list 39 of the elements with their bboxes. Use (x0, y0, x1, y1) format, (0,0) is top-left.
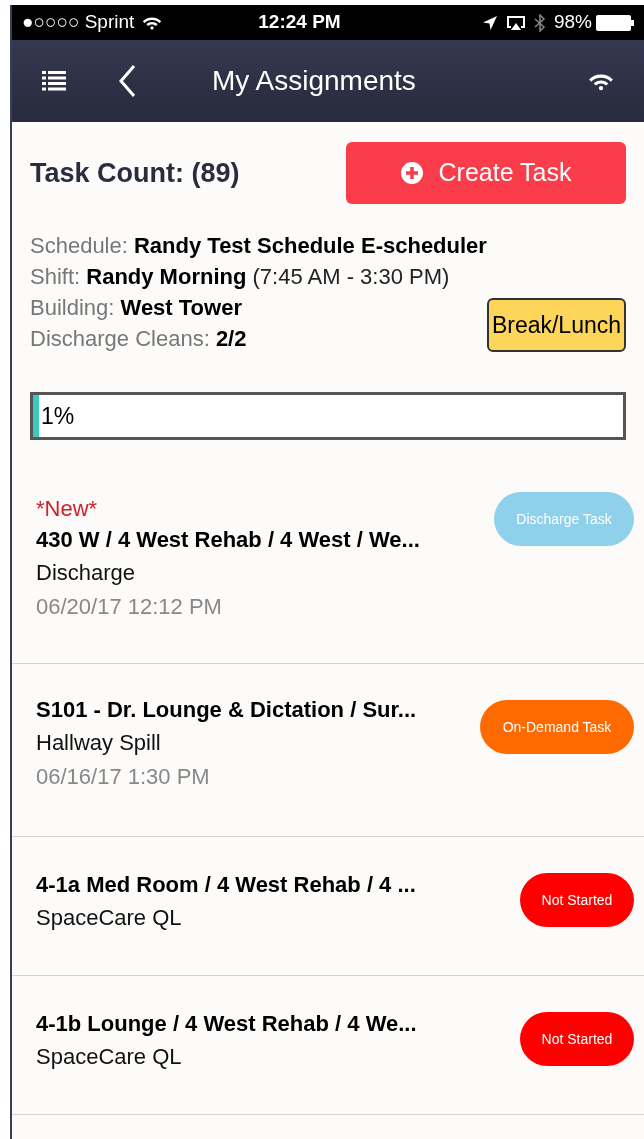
break-lunch-button[interactable]: Break/Lunch (486, 298, 626, 352)
status-badge: Not Started (520, 873, 634, 927)
task-type: Discharge (36, 559, 136, 587)
airplay-icon (505, 14, 526, 31)
screen-title: My Assignments (212, 64, 416, 98)
task-type: SpaceCare QL (36, 904, 182, 932)
wifi-icon (142, 15, 163, 30)
task-row[interactable]: *New* 430 W / 4 West Rehab / 4 West / We... Discharge 06/20/17 12:12 PM Discharge Task (12, 476, 644, 664)
task-title: 4-1a Med Room / 4 West Rehab / 4 ... (36, 871, 416, 899)
location-arrow-icon (481, 14, 498, 31)
battery-icon (596, 14, 634, 31)
task-title: 4-1b Lounge / 4 West Rehab / 4 We... (36, 1010, 417, 1038)
status-badge: Discharge Task (494, 492, 634, 546)
task-row[interactable]: 4-1a Med Room / 4 West Rehab / 4 ... SpaceCare QL Not Started (12, 837, 644, 976)
list-icon[interactable] (42, 71, 66, 91)
status-badge: Not Started (520, 1012, 634, 1066)
battery-percent: 98% (553, 10, 592, 35)
task-title: 430 W / 4 West Rehab / 4 West / We... (36, 526, 420, 554)
task-row[interactable]: S101 - Dr. Lounge & Dictation / Sur... Hallway Spill 06/16/17 1:30 PM On-Demand Task (12, 664, 644, 837)
info-line: Discharge Cleans: 2/2 (30, 325, 248, 353)
info-line: Shift: Randy Morning (7:45 AM - 3:30 PM) (30, 263, 451, 291)
create-task-button[interactable]: Create Task (346, 142, 626, 204)
clock: 12:24 PM (258, 10, 341, 35)
progress-reading: 1% (41, 401, 75, 431)
task-type: Hallway Spill (36, 729, 161, 757)
task-count: Task Count: (89) (30, 156, 240, 190)
plus-circle-icon (400, 162, 423, 184)
back-icon[interactable] (118, 64, 136, 98)
new-label: *New* (36, 495, 98, 523)
info-line: Building: West Tower (30, 294, 243, 322)
info-line: Schedule: Randy Test Schedule E-scheduler (30, 232, 487, 260)
task-time: 06/16/17 1:30 PM (36, 763, 210, 791)
task-type: SpaceCare QL (36, 1043, 182, 1071)
carrier-label: ●○○○○ Sprint (22, 10, 135, 35)
task-title: S101 - Dr. Lounge & Dictation / Sur... (36, 696, 417, 724)
task-time: 06/20/17 12:12 PM (36, 593, 222, 621)
bluetooth-icon (533, 13, 546, 32)
status-badge: On-Demand Task (480, 700, 634, 754)
task-row[interactable]: 4-1b Lounge / 4 West Rehab / 4 We... SpaceCare QL Not Started (12, 976, 644, 1115)
